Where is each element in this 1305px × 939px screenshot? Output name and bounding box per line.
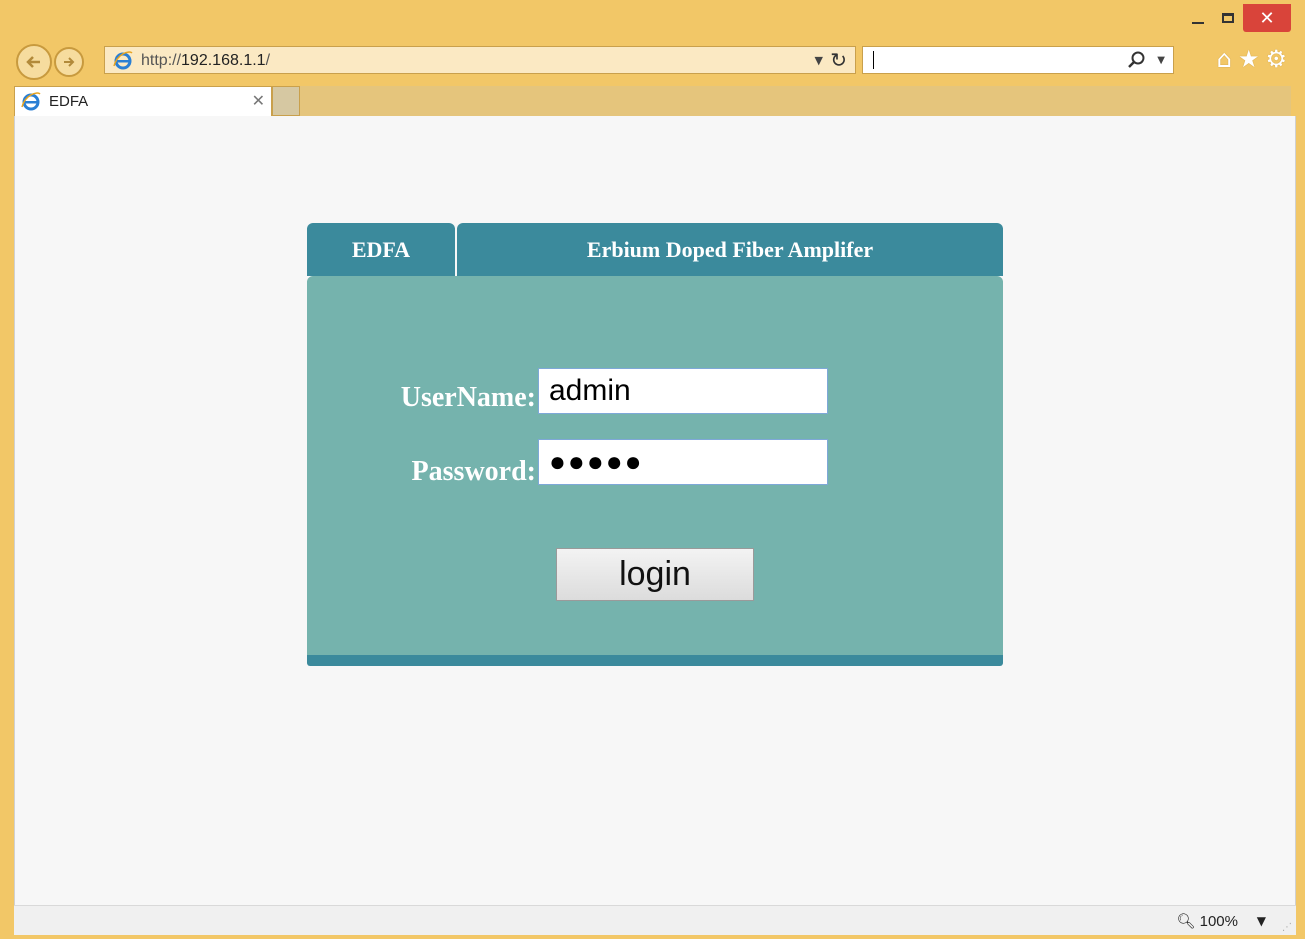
url-text: http://192.168.1.1/	[141, 52, 271, 69]
window-controls: ✕	[1183, 4, 1291, 32]
header-title-full: Erbium Doped Fiber Amplifer	[586, 236, 874, 262]
login-button[interactable]: login	[556, 548, 754, 601]
toolbar-icons: ⌂ ★ ⚙	[1217, 46, 1287, 72]
address-bar[interactable]: http://192.168.1.1/ ▼ ↻	[104, 46, 856, 74]
ie-logo-icon	[113, 51, 133, 70]
panel-header-right: Erbium Doped Fiber Amplifer	[457, 223, 1003, 276]
forward-arrow-icon	[64, 57, 75, 67]
status-bar: 🔍︎ 100% ▼ ⋰	[14, 905, 1296, 935]
browser-window: ✕ http://192.168.1.1/ ▼ ↻ ▼ ⌂ ★ ⚙ EDFA ✕…	[0, 0, 1305, 939]
username-field[interactable]: admin	[538, 368, 828, 414]
tab-strip: EDFA ✕	[14, 86, 1291, 116]
zoom-level[interactable]: 🔍︎ 100%	[1176, 912, 1238, 930]
username-label: UserName:	[400, 382, 536, 413]
panel-footer	[307, 655, 1003, 666]
resize-grip-icon[interactable]: ⋰	[1282, 922, 1292, 933]
password-label: Password:	[411, 456, 536, 487]
tab-edfa[interactable]: EDFA ✕	[14, 86, 272, 116]
tab-close-icon[interactable]: ✕	[252, 91, 265, 110]
header-title-short: EDFA	[351, 236, 411, 262]
forward-button[interactable]	[54, 47, 84, 77]
panel-header-left: EDFA	[307, 223, 455, 276]
tab-title: EDFA	[49, 93, 89, 110]
minimize-icon	[1192, 22, 1204, 24]
ie-logo-icon	[21, 92, 41, 111]
favorites-star-icon[interactable]: ★	[1238, 46, 1260, 72]
text-caret	[873, 51, 874, 69]
refresh-icon[interactable]: ↻	[830, 48, 847, 72]
zoom-dropdown-icon[interactable]: ▼	[1257, 914, 1266, 928]
zoom-icon: 🔍︎	[1176, 913, 1196, 930]
maximize-icon	[1222, 13, 1234, 23]
back-arrow-icon	[26, 56, 40, 68]
close-button[interactable]: ✕	[1243, 4, 1291, 32]
navigation-bar: http://192.168.1.1/ ▼ ↻ ▼ ⌂ ★ ⚙	[14, 42, 1291, 80]
settings-gear-icon[interactable]: ⚙	[1265, 46, 1287, 72]
address-dropdown-icon[interactable]: ▼	[815, 54, 823, 67]
minimize-button[interactable]	[1183, 4, 1213, 32]
password-field[interactable]: ●●●●●	[538, 439, 828, 485]
home-icon[interactable]: ⌂	[1217, 46, 1232, 72]
search-dropdown-icon[interactable]: ▼	[1157, 55, 1165, 66]
new-tab-button[interactable]	[272, 86, 300, 116]
back-button[interactable]	[16, 44, 52, 80]
maximize-button[interactable]	[1213, 4, 1243, 32]
close-icon: ✕	[1259, 7, 1275, 29]
search-icon[interactable]	[1127, 50, 1147, 70]
search-input[interactable]: ▼	[862, 46, 1174, 74]
